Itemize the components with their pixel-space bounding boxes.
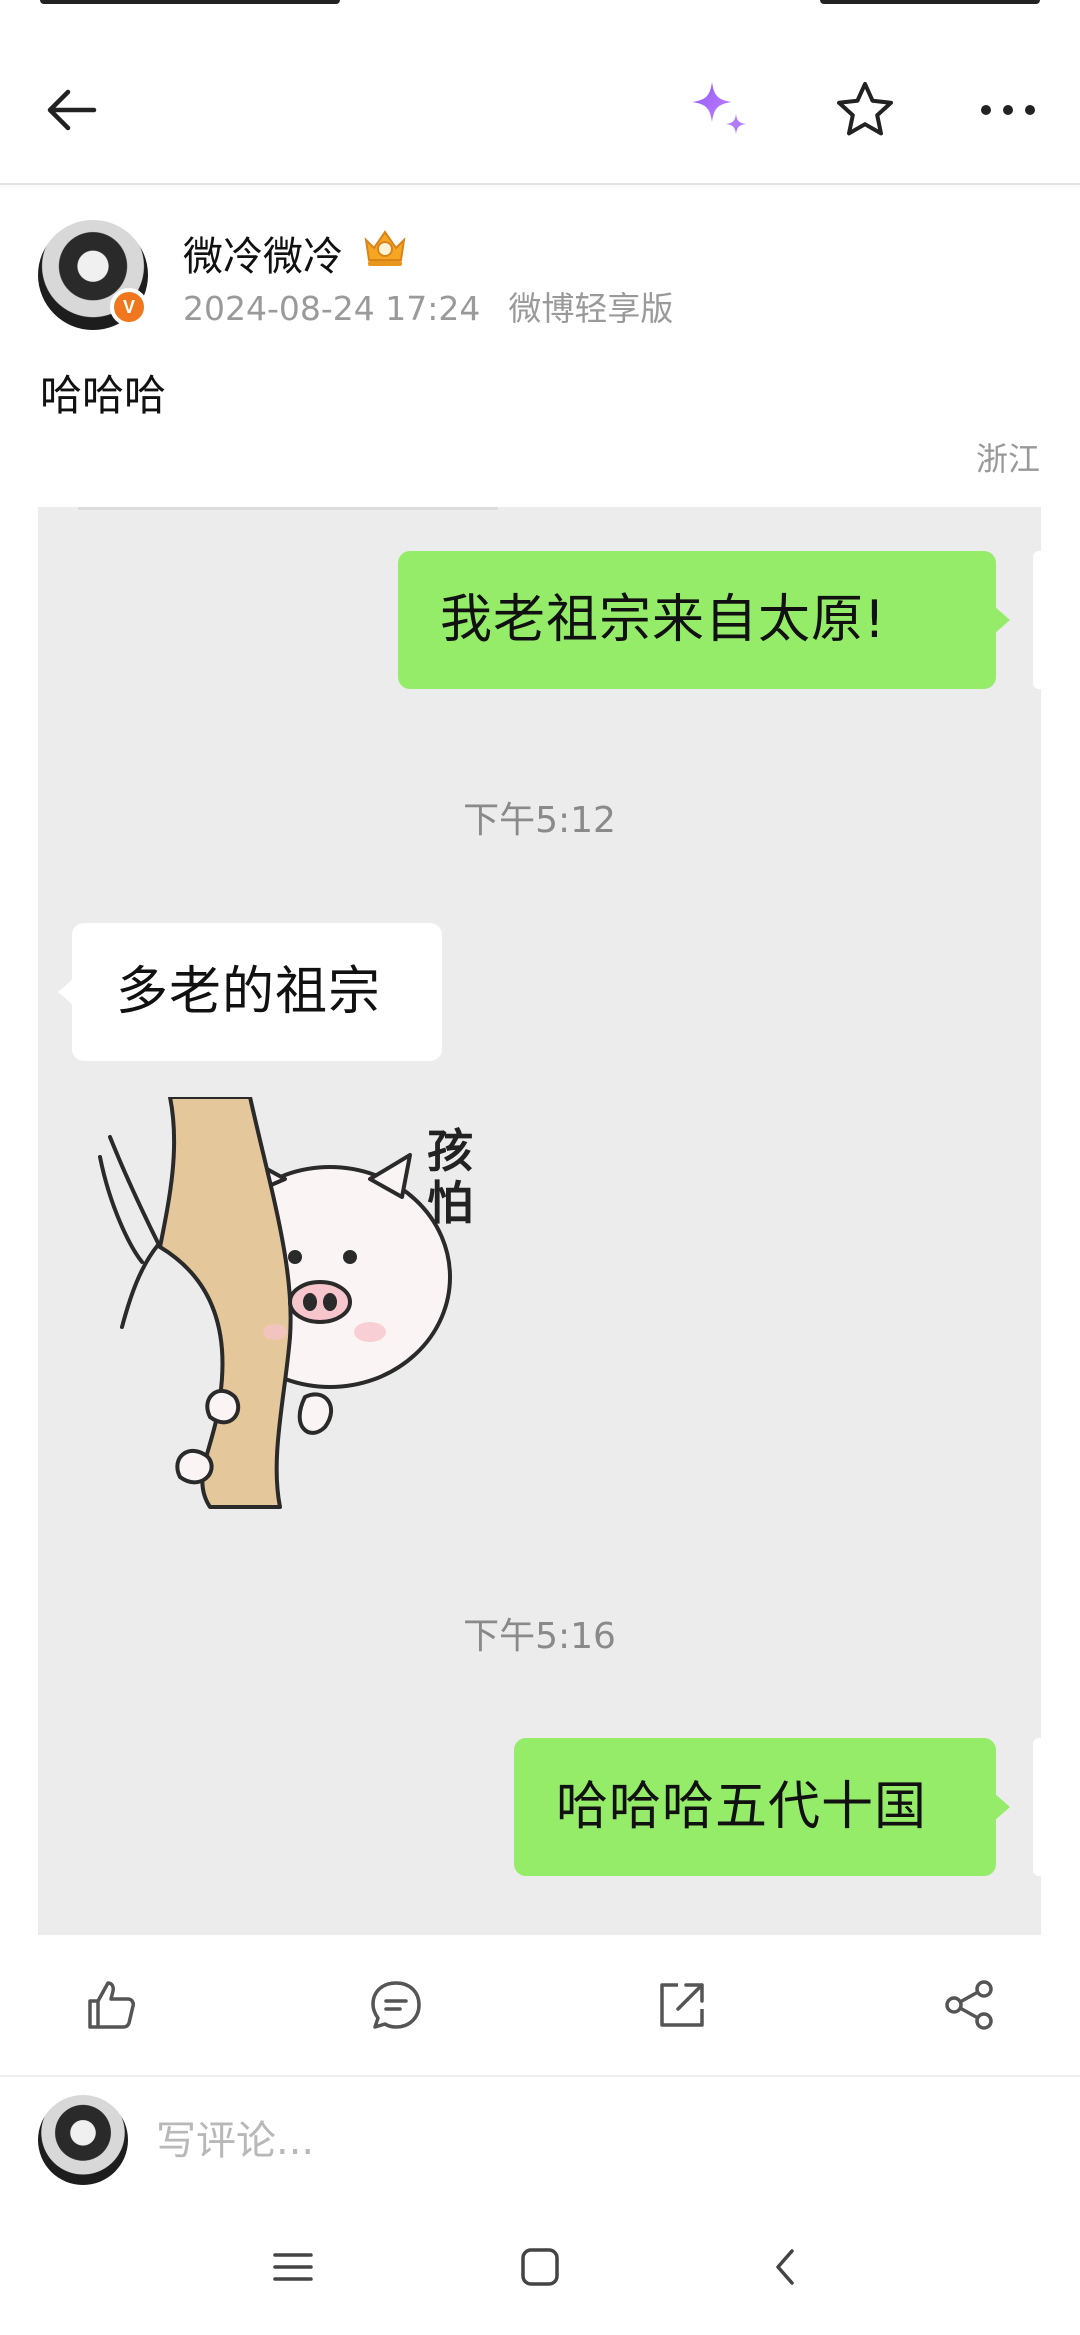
repost-icon[interactable]: [650, 1973, 714, 2037]
sparkle-icon[interactable]: [680, 70, 760, 150]
sticker-text-1: 孩怕: [427, 1124, 473, 1230]
arrow-left-icon[interactable]: [32, 70, 112, 150]
avatar[interactable]: [38, 2095, 128, 2185]
avatar-edge: [1033, 551, 1041, 689]
back-icon[interactable]: [751, 2232, 821, 2302]
comment-input[interactable]: [156, 2113, 856, 2169]
top-navigation-bar: [0, 40, 1080, 185]
menu-icon[interactable]: [258, 2232, 328, 2302]
comment-icon[interactable]: [364, 1973, 428, 2037]
star-icon[interactable]: [825, 70, 905, 150]
chat-bubble-sent: 我老祖宗来自太原!: [398, 551, 1010, 689]
post-location: 浙江: [975, 440, 1040, 478]
verified-badge: V: [110, 288, 148, 326]
post-source: 微博轻享版: [508, 289, 674, 328]
post-author: V 微冷微冷 2024-08-24 17:24 微博轻享版: [38, 220, 1048, 335]
chat-bubble-sent: 哈哈哈五代十国: [514, 1738, 1010, 1876]
system-navigation-bar: [0, 2200, 1080, 2335]
more-icon[interactable]: [968, 70, 1048, 150]
share-icon[interactable]: [938, 1973, 1002, 2037]
home-icon[interactable]: [505, 2232, 575, 2302]
crown-icon[interactable]: [360, 224, 410, 268]
avatar-edge: [1033, 1738, 1041, 1876]
chat-timestamp: 下午5:12: [463, 800, 616, 841]
status-bar-left: [40, 0, 340, 4]
comment-bar: [0, 2075, 1080, 2200]
post-date: 2024-08-24 17:24: [183, 289, 481, 328]
status-bar: [0, 0, 1080, 40]
status-bar-right: [820, 0, 1040, 4]
chat-screenshot-image[interactable]: 我老祖宗来自太原! 下午5:12 多老的祖宗 孩怕 下午5:16 哈哈哈五代十国: [38, 507, 1041, 1935]
chat-timestamp: 下午5:16: [463, 1616, 616, 1657]
chat-bubble-received: 多老的祖宗: [58, 923, 442, 1061]
post-meta: 2024-08-24 17:24 微博轻享版: [183, 282, 673, 330]
author-name[interactable]: 微冷微冷: [183, 224, 343, 282]
pig-sticker: 孩怕: [70, 1095, 500, 1517]
thumbs-up-icon[interactable]: [78, 1973, 142, 2037]
chat-top-divider: [78, 507, 498, 510]
post-text: 哈哈哈: [40, 371, 167, 420]
post-action-bar: [0, 1935, 1080, 2075]
